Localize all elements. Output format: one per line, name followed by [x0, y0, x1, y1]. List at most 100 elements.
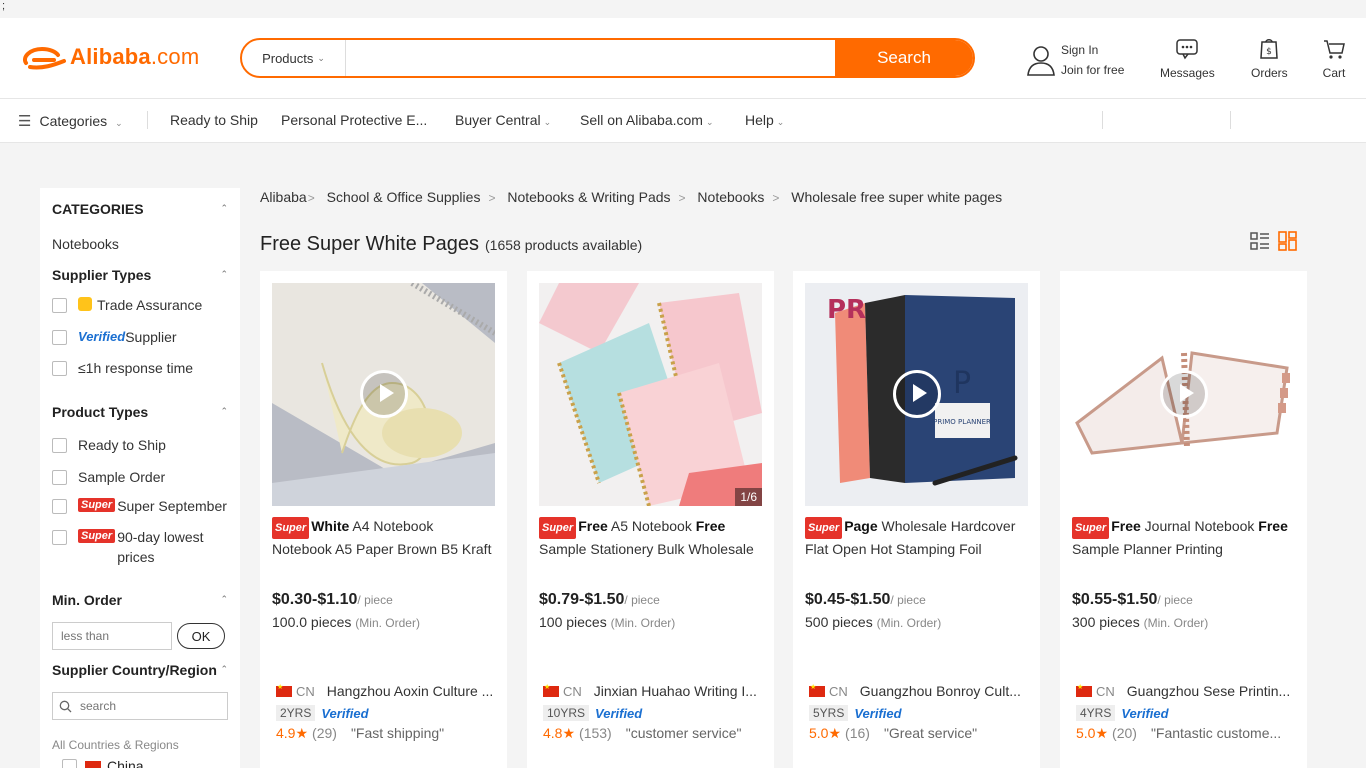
checkbox[interactable] — [52, 470, 67, 485]
supplier-info[interactable]: CN Guangzhou Bonroy Cult... — [809, 683, 1031, 699]
breadcrumb-item[interactable]: Notebooks & Writing Pads — [507, 189, 670, 205]
product-title[interactable]: Super Free A5 Notebook Free Sample Statio… — [539, 516, 764, 559]
filter-country-china[interactable]: China — [62, 758, 144, 768]
join-free-link[interactable]: Join for free — [1061, 60, 1124, 80]
filter-ready-to-ship[interactable]: Ready to Ship — [52, 437, 166, 453]
price-unit: / piece — [357, 593, 393, 607]
price-unit: / piece — [624, 593, 660, 607]
min-order-input[interactable] — [52, 622, 172, 650]
min-order-filter: OK — [52, 622, 225, 650]
search-button[interactable]: Search — [835, 40, 973, 76]
product-image[interactable] — [1072, 283, 1295, 506]
grid-view-icon[interactable] — [1278, 231, 1298, 251]
nav-buyer-central[interactable]: Buyer Central ⌄ — [455, 112, 551, 128]
chevron-up-icon[interactable]: ⌃ — [220, 406, 228, 417]
play-video-icon[interactable] — [1160, 370, 1208, 418]
cart-button[interactable]: Cart — [1322, 38, 1346, 80]
checkbox[interactable] — [52, 530, 67, 545]
chevron-up-icon[interactable]: ⌃ — [220, 269, 228, 280]
breadcrumb-item[interactable]: Wholesale free super white pages — [791, 189, 1002, 205]
filter-super-september[interactable]: Super Super September — [52, 498, 227, 514]
star-icon: ★ — [828, 725, 842, 741]
product-image[interactable]: 1/6 — [539, 283, 762, 506]
supplier-name[interactable]: Guangzhou Bonroy Cult... — [860, 683, 1021, 699]
chevron-down-icon: ⌄ — [543, 117, 552, 127]
play-video-icon[interactable] — [893, 370, 941, 418]
product-image[interactable] — [272, 283, 495, 506]
breadcrumb-root[interactable]: Alibaba — [260, 189, 307, 205]
min-order: 500 pieces (Min. Order) — [805, 614, 941, 630]
title-highlight: Free — [695, 518, 726, 534]
filter-label: ≤1h response time — [78, 360, 194, 376]
supplier-info[interactable]: CN Hangzhou Aoxin Culture ... — [276, 683, 498, 699]
nav-sell-label: Sell on Alibaba.com — [580, 112, 703, 128]
supplier-name[interactable]: Hangzhou Aoxin Culture ... — [327, 683, 494, 699]
categories-menu[interactable]: ☰ Categories ⌄ — [18, 112, 123, 130]
play-video-icon[interactable] — [360, 370, 408, 418]
nav-ready-to-ship[interactable]: Ready to Ship — [170, 112, 258, 128]
min-order-ok-button[interactable]: OK — [177, 623, 225, 649]
country-search-input[interactable] — [80, 699, 220, 713]
nav-personal-protective[interactable]: Personal Protective E... — [281, 112, 427, 128]
supplier-name[interactable]: Jinxian Huahao Writing I... — [594, 683, 757, 699]
moq-value: 300 pieces — [1072, 614, 1140, 630]
supplier-info[interactable]: CN Jinxian Huahao Writing I... — [543, 683, 765, 699]
sign-in-area[interactable]: Sign In Join for free — [1026, 40, 1124, 80]
supplier-badges: 5YRS Verified — [809, 705, 902, 721]
product-card[interactable]: Super Free Journal Notebook Free Sample P… — [1060, 271, 1307, 768]
checkbox[interactable] — [52, 361, 67, 376]
china-flag-icon — [85, 760, 101, 768]
title-highlight: White — [311, 518, 350, 534]
alibaba-logo[interactable]: Alibaba .com — [20, 43, 199, 71]
filter-label: Sample Order — [78, 469, 166, 485]
review-quote: "Great service" — [883, 725, 978, 741]
chevron-up-icon[interactable]: ⌃ — [220, 594, 228, 605]
nav-help[interactable]: Help ⌄ — [745, 112, 784, 128]
product-title[interactable]: Super White A4 Notebook Notebook A5 Paper… — [272, 516, 497, 559]
checkbox[interactable] — [52, 298, 67, 313]
years-badge: 2YRS — [276, 705, 316, 721]
filter-response-time[interactable]: ≤1h response time — [52, 360, 193, 376]
filter-90-day-lowest[interactable]: Super 90-day lowest prices — [52, 529, 237, 567]
product-card[interactable]: 1/6 Super Free A5 Notebook Free Sample St… — [527, 271, 774, 768]
price-range: $0.30-$1.10 — [272, 591, 358, 608]
chevron-down-icon: ⌄ — [115, 118, 123, 128]
product-image[interactable]: PRIMO PLANNER P PR — [805, 283, 1028, 506]
checkbox[interactable] — [52, 330, 67, 345]
sign-in-link[interactable]: Sign In — [1061, 40, 1124, 60]
filter-sample-order[interactable]: Sample Order — [52, 469, 165, 485]
min-order: 100 pieces (Min. Order) — [539, 614, 675, 630]
chevron-right-icon: > — [307, 191, 315, 205]
list-view-icon[interactable] — [1250, 231, 1270, 251]
supplier-name[interactable]: Guangzhou Sese Printin... — [1127, 683, 1290, 699]
product-title[interactable]: Super Page Wholesale Hardcover Flat Open … — [805, 516, 1030, 559]
supplier-info[interactable]: CN Guangzhou Sese Printin... — [1076, 683, 1298, 699]
breadcrumb-item[interactable]: School & Office Supplies — [327, 189, 481, 205]
search-category-dropdown[interactable]: Products ⌄ — [242, 40, 346, 76]
years-badge: 10YRS — [543, 705, 590, 721]
title-highlight: Page — [844, 518, 878, 534]
product-card[interactable]: PRIMO PLANNER P PR Super Page Wholesale H… — [793, 271, 1040, 768]
nav-sell-on-alibaba[interactable]: Sell on Alibaba.com ⌄ — [580, 112, 714, 128]
cart-icon — [1324, 40, 1345, 59]
brand-letter: PR — [827, 295, 866, 325]
product-card[interactable]: Super White A4 Notebook Notebook A5 Paper… — [260, 271, 507, 768]
all-countries-label[interactable]: All Countries & Regions — [52, 738, 179, 752]
category-notebooks[interactable]: Notebooks — [52, 236, 119, 252]
product-title[interactable]: Super Free Journal Notebook Free Sample P… — [1072, 516, 1297, 559]
checkbox[interactable] — [52, 499, 67, 514]
moq-value: 500 pieces — [805, 614, 873, 630]
filter-trade-assurance[interactable]: Trade Assurance — [52, 297, 202, 313]
messages-button[interactable]: Messages — [1160, 38, 1215, 80]
checkbox[interactable] — [62, 759, 77, 768]
china-flag-icon — [276, 683, 292, 697]
search-input[interactable] — [346, 40, 835, 76]
title-text: Sample Planner Printing — [1072, 541, 1223, 557]
chevron-up-icon[interactable]: ⌃ — [220, 664, 228, 675]
chevron-up-icon[interactable]: ⌃ — [220, 203, 228, 214]
filter-verified-supplier[interactable]: Verified Supplier — [52, 329, 177, 345]
breadcrumb-item[interactable]: Notebooks — [697, 189, 764, 205]
orders-button[interactable]: $ Orders — [1251, 38, 1288, 80]
search-icon — [59, 700, 72, 712]
checkbox[interactable] — [52, 438, 67, 453]
